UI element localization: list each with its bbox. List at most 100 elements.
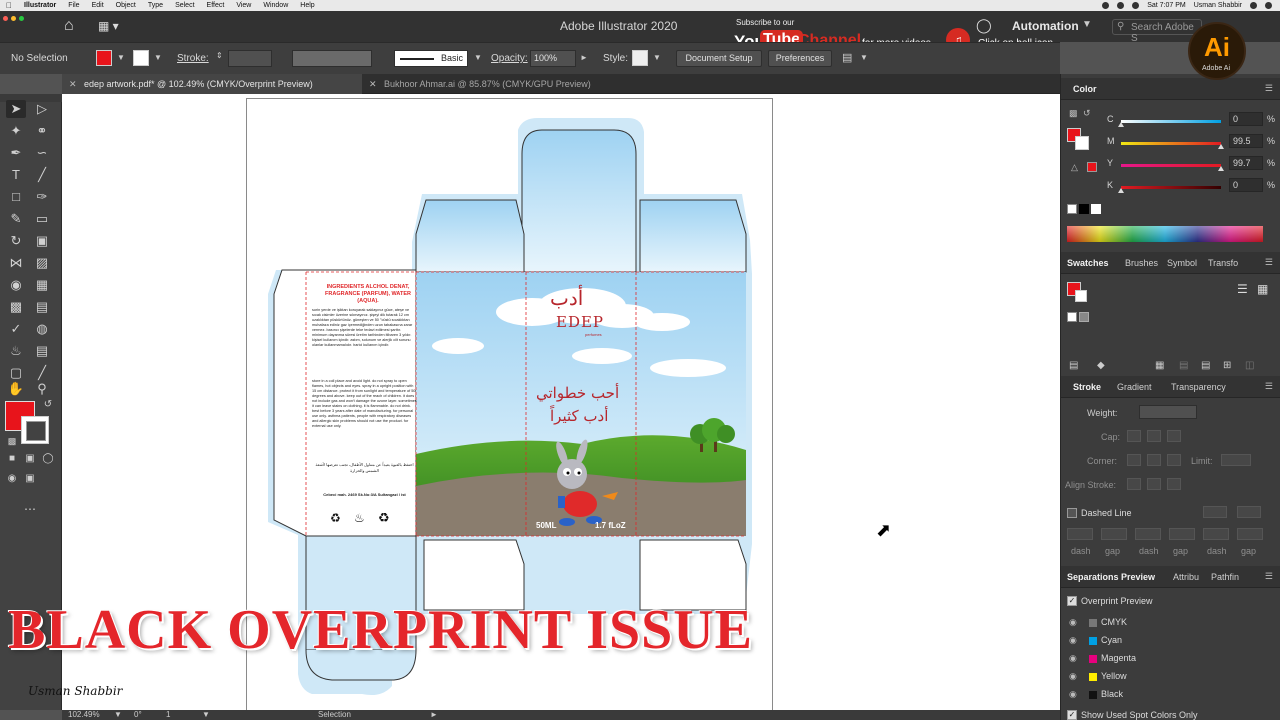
brush-chevron-icon[interactable]: ▼ [474,53,482,62]
swatch-stroke[interactable] [1075,290,1087,302]
tab-swatches[interactable]: Swatches [1067,258,1109,268]
tab-edep-artwork[interactable]: ✕ edep artwork.pdf* @ 102.49% (CMYK/Over… [62,74,362,94]
stroke-swatch[interactable] [133,50,149,66]
selection-tool-icon[interactable]: ➤ [6,100,26,118]
stroke-weight-field[interactable] [228,50,272,67]
left-dust-flap[interactable] [415,199,525,273]
align-outside-icon[interactable] [1167,478,1181,490]
dash-preserve-icon[interactable] [1203,506,1227,518]
opacity-field[interactable]: 100% [530,50,576,67]
color-stroke-swatch[interactable] [1075,136,1089,150]
free-transform-tool-icon[interactable]: ▨ [32,254,52,272]
column-graph-tool-icon[interactable]: ▤ [32,342,52,360]
curvature-tool-icon[interactable]: ∽ [32,144,52,162]
spotlight-icon[interactable] [1250,2,1257,9]
round-cap-icon[interactable] [1147,430,1161,442]
separation-row-yellow[interactable]: ◉ Yellow [1069,670,1269,686]
stroke-color-box[interactable] [21,416,49,444]
document-setup-button[interactable]: Document Setup [676,50,762,67]
top-tuck-flap[interactable] [521,129,637,273]
align-center-icon[interactable] [1127,478,1141,490]
eye-icon[interactable]: ◉ [1069,635,1077,646]
zoom-window-icon[interactable] [19,16,24,21]
fill-chevron-icon[interactable]: ▼ [117,53,125,62]
color-mode-icon[interactable]: ■ [2,450,22,468]
dashed-line-checkbox[interactable] [1067,508,1077,518]
tab-transform[interactable]: Transfo [1208,258,1238,268]
color-spectrum[interactable] [1067,226,1263,242]
rotation-angle[interactable]: 0° [134,710,142,719]
swatch-options-icon[interactable]: ▦ [1155,360,1164,371]
apple-icon[interactable]:  [0,1,18,10]
stroke-chevron-icon[interactable]: ▼ [154,53,162,62]
opacity-chevron-icon[interactable]: ► [580,53,588,62]
gradient-tool-icon[interactable]: ▤ [32,298,52,316]
shape-builder-tool-icon[interactable]: ◉ [6,276,26,294]
new-group-icon[interactable]: ▤ [1201,360,1210,371]
tab-color[interactable]: Color [1073,84,1097,94]
round-join-icon[interactable] [1147,454,1161,466]
rectangle-tool-icon[interactable]: □ [6,188,26,206]
menu-edit[interactable]: Edit [86,2,110,9]
menu-object[interactable]: Object [110,2,142,9]
eye-icon[interactable]: ◉ [1069,671,1077,682]
menu-effect[interactable]: Effect [201,2,231,9]
close-tab-icon[interactable]: ✕ [369,79,377,90]
scale-tool-icon[interactable]: ▣ [32,232,52,250]
pen-tool-icon[interactable]: ✒ [6,144,26,162]
separation-row-black[interactable]: ◉ Black [1069,688,1269,704]
slider-thumb[interactable] [1118,188,1124,193]
more-tools-icon[interactable]: ⋯ [20,500,40,518]
grid-view-icon[interactable]: ▦ [1257,282,1268,296]
lasso-tool-icon[interactable]: ⚭ [32,122,52,140]
tab-bukhoor-ahmar[interactable]: ✕ Bukhoor Ahmar.ai @ 85.87% (CMYK/GPU Pr… [362,74,622,94]
stroke-label[interactable]: Stroke: [177,53,209,64]
fill-swatch[interactable] [96,50,112,66]
clock[interactable]: Sat 7:07 PM [1147,2,1186,9]
user-name[interactable]: Usman Shabbir [1194,2,1242,9]
menu-app[interactable]: Illustrator [18,2,62,9]
tab-transparency[interactable]: Transparency [1171,382,1226,392]
black-swatch[interactable] [1079,204,1089,214]
style-swatch[interactable] [632,50,648,66]
menu-select[interactable]: Select [169,2,200,9]
separation-row-cyan[interactable]: ◉ Cyan [1069,634,1269,650]
opacity-label[interactable]: Opacity: [491,53,528,64]
dash-align-icon[interactable] [1237,506,1261,518]
mesh-tool-icon[interactable]: ▩ [6,298,26,316]
more-options-chevron-icon[interactable]: ▼ [860,53,868,62]
panel-menu-icon[interactable]: ☰ [1265,381,1273,392]
none-swatch[interactable] [1067,204,1077,214]
swap-color-icon[interactable]: ↺ [1083,108,1091,119]
none-mode-icon[interactable]: ◯ [38,450,58,468]
draw-mode-icon[interactable]: ◉ [2,470,22,488]
variable-width-field[interactable] [292,50,372,67]
brush-definition[interactable]: Basic [394,50,468,67]
butt-cap-icon[interactable] [1127,430,1141,442]
width-tool-icon[interactable]: ⋈ [6,254,26,272]
tab-pathfinder[interactable]: Pathfin [1211,572,1239,582]
style-chevron-icon[interactable]: ▼ [653,53,661,62]
stroke-stepper-icon[interactable]: ⇕ [216,51,223,60]
bevel-join-icon[interactable] [1167,454,1181,466]
hand-tool-icon[interactable]: ✋ [6,380,26,398]
menu-help[interactable]: Help [294,2,320,9]
close-tab-icon[interactable]: ✕ [69,79,77,90]
color-group-icon[interactable]: ▤ [1179,360,1188,371]
swatch-registration[interactable] [1079,312,1089,322]
zoom-level[interactable]: 102.49% [68,710,100,719]
out-of-gamut-icon[interactable]: △ [1071,162,1078,173]
color-row-m[interactable]: M 99.5 % [1107,134,1277,150]
shaper-tool-icon[interactable]: ✎ [6,210,26,228]
list-view-icon[interactable]: ☰ [1237,282,1248,296]
swatch-kind-icon[interactable]: ◆ [1097,360,1105,371]
miter-join-icon[interactable] [1127,454,1141,466]
overprint-preview-checkbox[interactable]: ✓ [1067,596,1077,606]
color-row-c[interactable]: C 0 % [1107,112,1277,128]
right-dust-flap[interactable] [639,199,747,273]
type-tool-icon[interactable]: T [6,166,26,184]
new-swatch-icon[interactable]: ⊞ [1223,360,1231,371]
slider-thumb[interactable] [1217,166,1224,171]
menu-file[interactable]: File [62,2,85,9]
symbol-sprayer-tool-icon[interactable]: ♨ [6,342,26,360]
